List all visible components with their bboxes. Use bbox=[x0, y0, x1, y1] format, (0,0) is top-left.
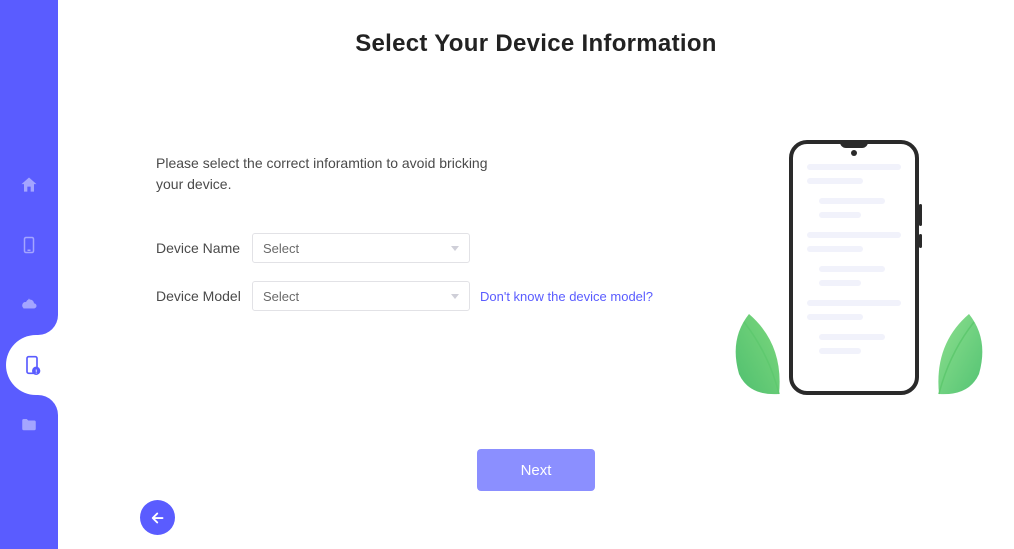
device-name-value: Select bbox=[263, 241, 299, 256]
main-content: Select Your Device Information Please se… bbox=[58, 0, 1014, 549]
leaf-icon bbox=[929, 304, 999, 399]
device-name-select[interactable]: Select bbox=[252, 233, 470, 263]
chevron-down-icon bbox=[451, 294, 459, 299]
device-name-label: Device Name bbox=[156, 240, 252, 256]
device-model-row: Device Model Select Don't know the devic… bbox=[156, 281, 666, 311]
next-button[interactable]: Next bbox=[477, 449, 595, 491]
help-link[interactable]: Don't know the device model? bbox=[480, 289, 653, 304]
back-button[interactable] bbox=[140, 500, 175, 535]
folder-icon bbox=[19, 416, 39, 434]
page-title: Select Your Device Information bbox=[58, 30, 1014, 58]
sidebar-item-home[interactable] bbox=[0, 155, 58, 215]
form-area: Please select the correct inforamtion to… bbox=[156, 153, 666, 329]
svg-text:!: ! bbox=[35, 369, 37, 375]
leaf-icon bbox=[719, 304, 789, 399]
sidebar-item-phone-alert[interactable]: ! bbox=[6, 335, 58, 395]
arrow-left-icon bbox=[149, 509, 167, 527]
phone-icon bbox=[20, 235, 38, 255]
sidebar-item-folder[interactable] bbox=[0, 395, 58, 455]
device-model-value: Select bbox=[263, 289, 299, 304]
sidebar: ! bbox=[0, 0, 58, 549]
device-model-select[interactable]: Select bbox=[252, 281, 470, 311]
phone-mockup bbox=[789, 140, 919, 395]
chevron-down-icon bbox=[451, 246, 459, 251]
phone-alert-icon: ! bbox=[22, 354, 42, 376]
sidebar-item-phone[interactable] bbox=[0, 215, 58, 275]
instruction-text: Please select the correct inforamtion to… bbox=[156, 153, 491, 195]
device-name-row: Device Name Select bbox=[156, 233, 666, 263]
device-illustration bbox=[749, 130, 969, 405]
cloud-icon bbox=[19, 295, 39, 315]
home-icon bbox=[19, 175, 39, 195]
device-model-label: Device Model bbox=[156, 288, 252, 304]
